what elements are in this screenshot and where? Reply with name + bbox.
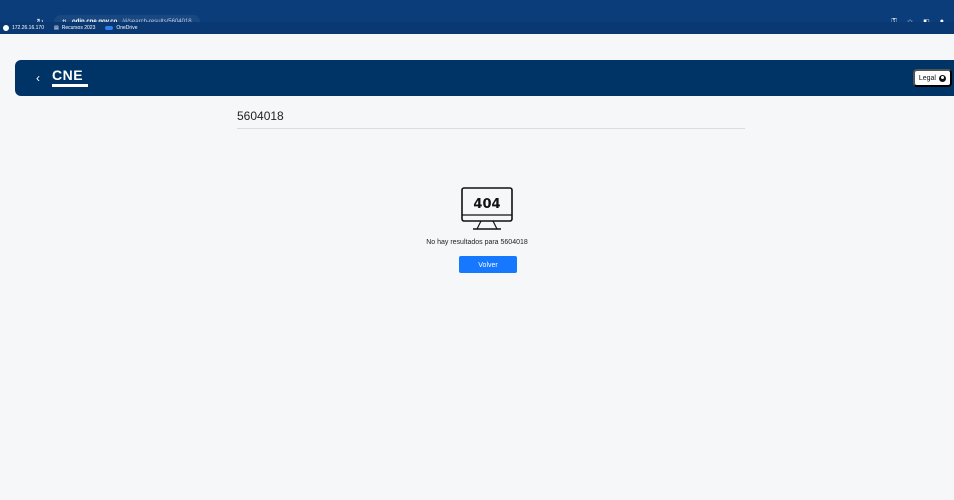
cloud-icon — [105, 26, 114, 30]
app-header: ‹ CNE Legal — [15, 60, 954, 96]
bookmark-item[interactable]: 172.26.16.170 — [3, 25, 44, 31]
folder-icon: ▤ — [53, 25, 59, 31]
user-circle-icon — [939, 74, 946, 82]
bookmark-item[interactable]: OneDrive — [105, 25, 137, 31]
search-query[interactable]: 5604018 — [237, 104, 745, 129]
legal-button[interactable]: Legal — [912, 69, 952, 87]
bookmarks-bar: 172.26.16.170 ▤ Recursos 2023 OneDrive — [0, 22, 954, 34]
bookmark-item[interactable]: ▤ Recursos 2023 — [54, 25, 95, 31]
back-chevron-icon[interactable]: ‹ — [31, 70, 45, 86]
globe-icon — [3, 25, 9, 31]
page-content: ‹ CNE Legal 5604018 404 No hay resultado… — [0, 34, 954, 500]
volver-button[interactable]: Volver — [459, 256, 517, 273]
error-code: 404 — [473, 197, 500, 212]
logo-underline — [52, 84, 88, 87]
cne-logo[interactable]: CNE — [52, 68, 88, 88]
monitor-404-icon: 404 — [461, 187, 513, 230]
no-results-message: No hay resultados para 5604018 — [426, 239, 528, 246]
